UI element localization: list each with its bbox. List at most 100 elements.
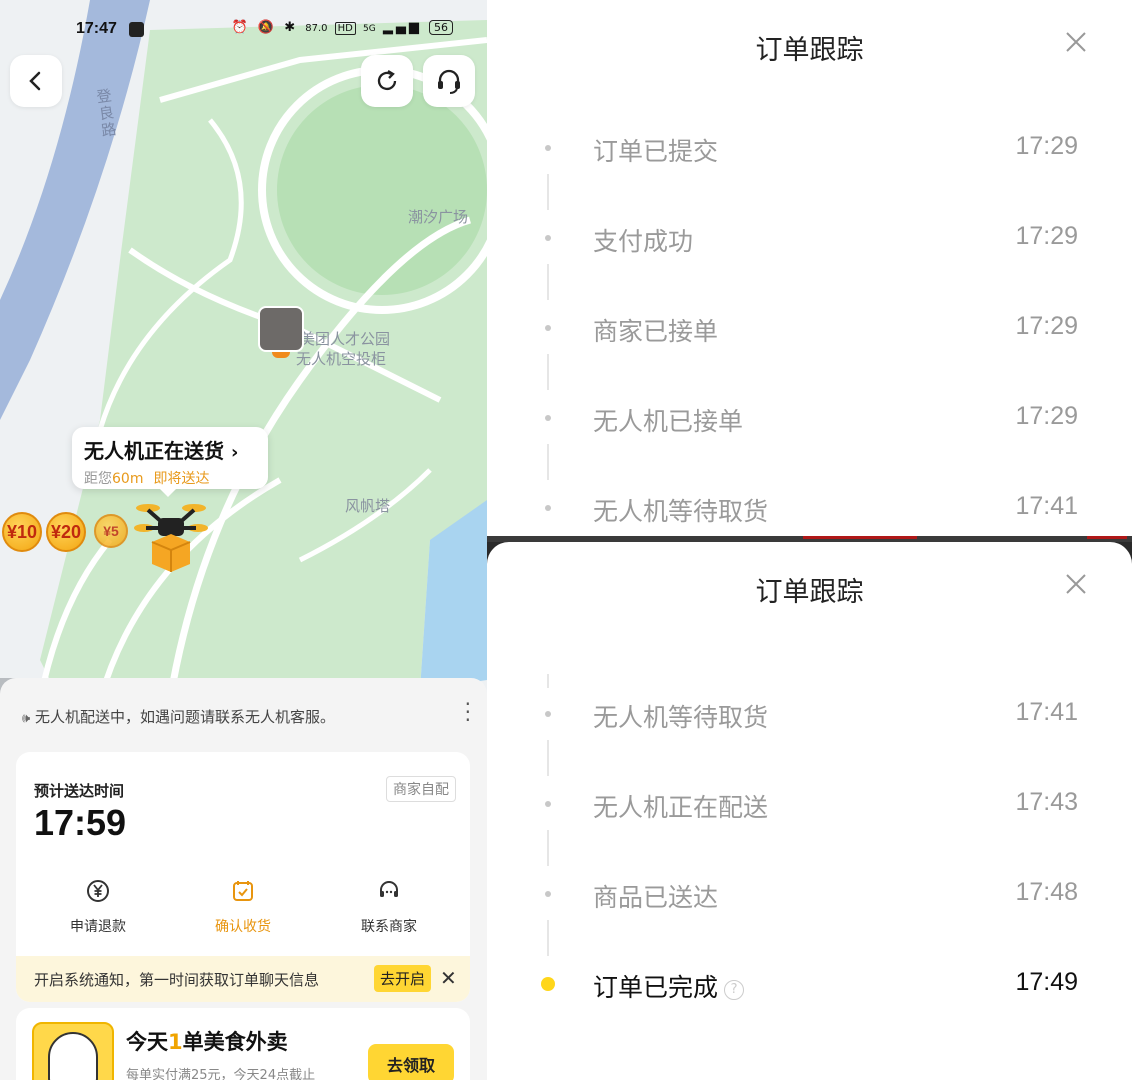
customer-service-button[interactable] [423, 55, 475, 107]
timeline-step: 支付成功 17:29 [487, 218, 1132, 258]
hd-badge: HD [334, 22, 356, 35]
map-label-tower[interactable]: 风帆塔 [345, 495, 390, 516]
tracking-title: 订单跟踪 [755, 35, 864, 66]
close-icon[interactable] [1061, 27, 1091, 57]
distance-value: 60m [112, 471, 144, 487]
tracking-title: 订单跟踪 [755, 577, 864, 608]
drone-notice-text: 无人机配送中，如遇问题请联系无人机客服。 [34, 708, 335, 726]
promo-card: 今天1单美食外卖 每单实付满25元，今天24点截止 去领取 [16, 1008, 470, 1080]
mascot-image [32, 1022, 114, 1080]
confirm-receipt-label: 确认收货 [215, 919, 271, 935]
timeline-connector [547, 354, 549, 390]
timeline-step: 商家已接单 17:29 [487, 308, 1132, 348]
promo-subtitle: 每单实付满25元，今天24点截止 [126, 1068, 316, 1080]
promo-title-prefix: 今天 [126, 1030, 168, 1054]
timeline-connector [547, 674, 549, 688]
step-label: 商品已送达 [593, 883, 719, 912]
merchant-delivery-tag: 商家自配 [386, 776, 456, 802]
timeline-step: 无人机已接单 17:29 [487, 398, 1132, 438]
refresh-button[interactable] [361, 55, 413, 107]
timeline-connector [547, 174, 549, 210]
drone-status-bubble[interactable]: 无人机正在送货 › 距您60m 即将送达 [72, 427, 268, 497]
merchant-headset-icon [380, 881, 398, 897]
refund-button[interactable]: 申请退款 [48, 878, 148, 936]
step-label: 无人机等待取货 [593, 703, 769, 732]
claim-button[interactable]: 去领取 [368, 1044, 454, 1080]
confirm-receipt-button[interactable]: 确认收货 [193, 878, 293, 936]
help-icon[interactable]: ? [724, 980, 745, 1000]
order-tracking-panel-2: 订单跟踪 无人机等待取货 17:41 无人机正在配送 17:43 商品已送达 17:4… [487, 542, 1132, 1080]
distance-prefix: 距您 [84, 471, 112, 487]
merchant-avatar-marker[interactable] [258, 306, 304, 352]
step-label: 订单已完成 [593, 973, 719, 1002]
coupon-coin-20[interactable]: ¥20 [46, 512, 86, 552]
map-label-dropbox[interactable]: 无人机空投柜 [296, 348, 386, 369]
step-time: 17:29 [1015, 312, 1078, 340]
calendar-check-icon [233, 881, 253, 901]
promo-title: 今天1单美食外卖 [126, 1026, 288, 1056]
coupon-coin-5[interactable]: ¥5 [94, 514, 128, 548]
step-time: 17:43 [1015, 788, 1078, 816]
network-label: 5G [363, 24, 376, 34]
bluetooth-icon: ✱ [284, 20, 299, 35]
timeline-connector [547, 444, 549, 480]
step-time: 17:29 [1015, 222, 1078, 250]
close-icon[interactable] [1061, 569, 1091, 599]
step-time: 17:41 [1015, 492, 1078, 520]
yen-circle-icon [87, 880, 109, 902]
speaker-icon: 🕪 [22, 711, 31, 726]
enable-notification-button[interactable]: 去开启 [374, 965, 432, 992]
step-time: 17:29 [1015, 402, 1078, 430]
step-label: 无人机等待取货 [593, 497, 769, 526]
drone-icon[interactable] [134, 498, 208, 574]
timeline-connector [547, 740, 549, 776]
timeline-step: 订单已提交 17:29 [487, 128, 1132, 168]
step-label: 订单已提交 [593, 137, 719, 166]
timeline-step: 无人机正在配送 17:43 [487, 784, 1132, 824]
step-label: 支付成功 [593, 227, 694, 256]
battery-icon: 56 [429, 20, 453, 35]
coupon-coin-10[interactable]: ¥10 [2, 512, 42, 552]
contact-merchant-label: 联系商家 [361, 919, 417, 935]
refund-label: 申请退款 [70, 919, 126, 935]
back-button[interactable] [10, 55, 62, 107]
signal-icon: ▂▄▆ [382, 20, 422, 35]
eta-time: 17:59 [34, 802, 127, 843]
timeline-step-final: 订单已完成? 17:49 [487, 964, 1132, 1004]
headset-icon [438, 69, 460, 94]
notification-prompt: 开启系统通知，第一时间获取订单聊天信息 去开启 ✕ [16, 956, 470, 1002]
step-label: 商家已接单 [593, 317, 719, 346]
order-tracking-panel-1: 订单跟踪 订单已提交 17:29 支付成功 17:29 商家已接单 17:29 无人机… [487, 0, 1132, 538]
step-time: 17:49 [1015, 968, 1078, 996]
active-dot [541, 977, 555, 991]
alarm-icon: ⏰ [231, 20, 251, 35]
close-icon[interactable]: ✕ [440, 966, 457, 990]
timeline-connector [547, 264, 549, 300]
timeline-step: 商品已送达 17:48 [487, 874, 1132, 914]
app-notification-icon [129, 22, 144, 37]
map-label-park[interactable]: 美团人才公园 [300, 328, 390, 349]
notification-prompt-text: 开启系统通知，第一时间获取订单聊天信息 [34, 971, 320, 989]
timeline-step: 无人机等待取货 17:41 [487, 488, 1132, 528]
chevron-left-icon [29, 71, 41, 91]
arriving-label: 即将送达 [153, 471, 210, 487]
promo-title-suffix: 单美食外卖 [182, 1030, 288, 1054]
status-icons: ⏰ 🔕 ✱ 87.0 HD 5G ▂▄▆ 56 [232, 20, 453, 35]
chevron-right-icon: › [230, 442, 239, 463]
timeline-connector [547, 920, 549, 956]
map-label-square[interactable]: 潮汐广场 [408, 206, 468, 227]
drone-notice: 🕪 无人机配送中，如遇问题请联系无人机客服。 [22, 706, 335, 727]
step-label: 无人机已接单 [593, 407, 744, 436]
step-label: 无人机正在配送 [593, 793, 769, 822]
contact-merchant-button[interactable]: 联系商家 [339, 878, 439, 936]
net-speed: 87.0 [305, 23, 328, 34]
mute-icon: 🔕 [257, 20, 278, 35]
order-bottom-sheet: 🕪 无人机配送中，如遇问题请联系无人机客服。 · · · 预计送达时间 17:59 … [0, 678, 487, 1080]
more-options-icon[interactable]: · · · [465, 694, 471, 730]
promo-title-highlight: 1 [168, 1030, 183, 1054]
eta-label: 预计送达时间 [34, 782, 125, 800]
drone-status-title: 无人机正在送货 [84, 439, 224, 463]
step-time: 17:29 [1015, 132, 1078, 160]
status-bar: 17:47 ⏰ 🔕 ✱ 87.0 HD 5G ▂▄▆ 56 [0, 18, 487, 44]
map-view[interactable] [0, 0, 487, 700]
